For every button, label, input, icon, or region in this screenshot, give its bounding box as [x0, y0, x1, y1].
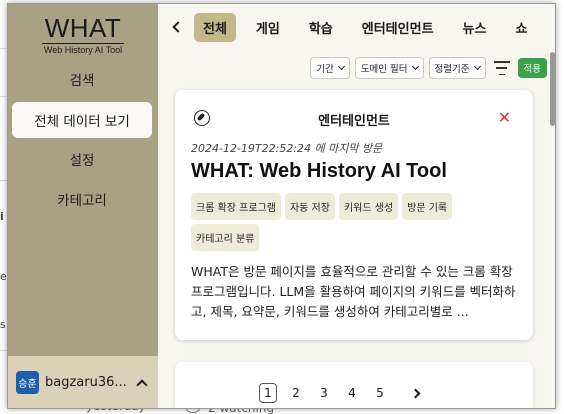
close-icon[interactable]: ✕	[498, 110, 511, 126]
tab-news[interactable]: 뉴스	[454, 13, 496, 42]
chevron-down-icon	[473, 62, 481, 71]
chevron-down-icon	[337, 62, 345, 71]
logo-title: WHAT	[44, 13, 122, 43]
tab-learning[interactable]: 학습	[300, 13, 342, 42]
keyword-chip: 카테고리 분류	[191, 224, 260, 251]
keyword-chip: 키워드 생성	[338, 193, 399, 220]
last-visit-time: 2024-12-19T22:52:24 에 마지막 방문	[191, 142, 383, 155]
avatar: 승훈	[16, 370, 39, 394]
history-card[interactable]: 엔터테인먼트 ✕ 2024-12-19T22:52:24 에 마지막 방문 WH…	[175, 90, 533, 340]
sort-filter-label: 정렬기준	[434, 64, 470, 75]
tab-all[interactable]: 전체	[194, 12, 236, 42]
user-name: bagzaru36...	[45, 374, 127, 390]
card-title[interactable]: WHAT: Web History AI Tool	[191, 160, 447, 183]
card-description: WHAT은 방문 페이지를 효율적으로 관리할 수 있는 크롬 확장 프로그램입…	[191, 264, 516, 319]
logo-divider	[42, 43, 124, 44]
sidebar-item-all-data[interactable]: 전체 데이터 보기	[12, 102, 152, 138]
background-text: s	[0, 318, 6, 331]
apply-button[interactable]: 적용	[517, 58, 547, 78]
keyword-chip: 방문 기록	[402, 193, 453, 220]
sort-filter[interactable]: 정렬기준	[428, 57, 486, 79]
chevron-left-icon[interactable]	[172, 21, 184, 33]
pagination: 1 2 3 4 5	[158, 380, 555, 406]
page-1-button[interactable]: 1	[259, 383, 277, 403]
keyword-chip: 자동 저장	[284, 193, 335, 220]
card-category: 엔터테인먼트	[318, 114, 390, 129]
user-menu[interactable]: 승훈 bagzaru36...	[8, 356, 158, 408]
keyword-list: 크롬 확장 프로그램 자동 저장 키워드 생성 방문 기록 카테고리 분류	[191, 193, 511, 251]
main-content: 전체 게임 학습 엔터테인먼트 뉴스 쇼 기간 도메인 필터 정렬기준 적용 엔…	[158, 4, 555, 408]
chevron-right-icon[interactable]	[410, 388, 421, 398]
period-filter[interactable]: 기간	[310, 57, 350, 79]
sidebar-item-categories[interactable]: 카테고리	[12, 181, 152, 217]
logo-subtitle: Web History AI Tool	[43, 45, 123, 55]
category-tabs: 전체 게임 학습 엔터테인먼트 뉴스 쇼	[158, 4, 555, 50]
background-text: i	[0, 210, 4, 223]
domain-filter-label: 도메인 필터	[360, 64, 408, 75]
filter-bar: 기간 도메인 필터 정렬기준 적용	[310, 57, 547, 79]
page-2-button[interactable]: 2	[287, 383, 305, 403]
page-3-button[interactable]: 3	[315, 383, 333, 403]
extension-popup: WHAT Web History AI Tool 검색 전체 데이터 보기 설정…	[7, 3, 556, 409]
sidebar-item-search[interactable]: 검색	[12, 61, 152, 97]
tab-entertainment[interactable]: 엔터테인먼트	[353, 13, 443, 42]
scrollbar[interactable]	[550, 4, 555, 408]
page-5-button[interactable]: 5	[371, 383, 389, 403]
scrollbar-thumb[interactable]	[550, 52, 555, 126]
keyword-chip: 크롬 확장 프로그램	[191, 193, 281, 220]
period-filter-label: 기간	[316, 64, 334, 75]
domain-filter[interactable]: 도메인 필터	[354, 57, 424, 79]
tab-games[interactable]: 게임	[247, 13, 289, 42]
chevron-up-icon[interactable]	[136, 378, 148, 391]
logo: WHAT Web History AI Tool	[42, 14, 124, 55]
chevron-down-icon	[411, 62, 419, 71]
page-4-button[interactable]: 4	[343, 383, 361, 403]
sidebar: WHAT Web History AI Tool 검색 전체 데이터 보기 설정…	[8, 4, 158, 408]
sort-icon[interactable]	[493, 61, 511, 75]
tab-shopping[interactable]: 쇼	[506, 13, 536, 42]
sidebar-item-settings[interactable]: 설정	[12, 141, 152, 177]
background-text: e	[0, 270, 7, 283]
